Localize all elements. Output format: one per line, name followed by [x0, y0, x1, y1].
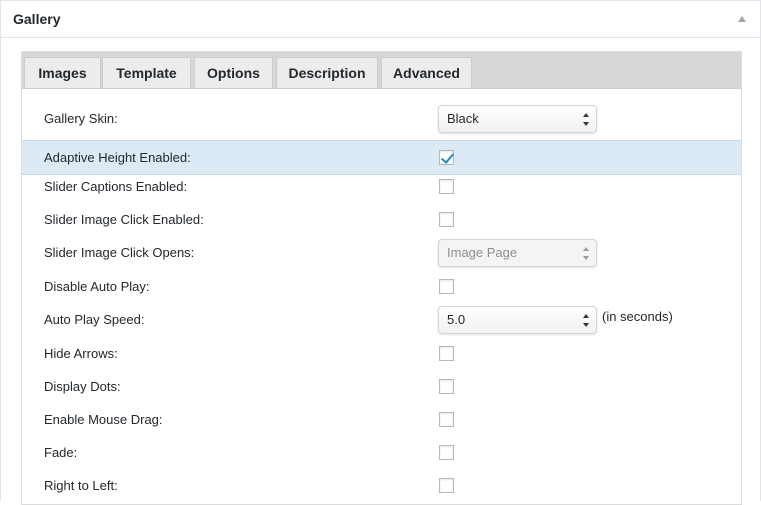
row-right-to-left: Right to Left: [22, 469, 741, 502]
slider-image-click-opens-select[interactable]: Image Page [438, 238, 597, 267]
slider-captions-label: Slider Captions Enabled: [44, 179, 188, 194]
row-disable-auto-play: Disable Auto Play: [22, 270, 741, 303]
auto-play-speed-select[interactable]: 5.0 [438, 305, 597, 334]
fade-label: Fade: [44, 445, 78, 460]
slider-image-click-opens-value: Image Page [447, 245, 518, 260]
right-to-left-checkbox[interactable] [439, 478, 454, 493]
row-display-dots: Display Dots: [22, 370, 741, 403]
tab-template[interactable]: Template [102, 57, 191, 88]
slider-image-click-opens-label: Slider Image Click Opens: [44, 245, 195, 260]
metabox-header[interactable]: Gallery [1, 1, 760, 38]
up-down-arrows-icon [583, 112, 590, 126]
slider-captions-checkbox[interactable] [439, 179, 454, 194]
auto-play-speed-label: Auto Play Speed: [44, 312, 145, 327]
hide-arrows-checkbox[interactable] [439, 346, 454, 361]
row-gallery-skin: Gallery Skin: Black [22, 102, 741, 135]
row-slider-captions: Slider Captions Enabled: [22, 170, 741, 203]
row-hide-arrows: Hide Arrows: [22, 337, 741, 370]
slider-image-click-checkbox[interactable] [439, 212, 454, 227]
checkmark-icon [440, 150, 455, 164]
disable-auto-play-label: Disable Auto Play: [44, 279, 150, 294]
collapse-toggle-icon[interactable] [738, 16, 746, 22]
tab-bar: Images Template Options Description Adva… [22, 52, 741, 89]
adaptive-height-checkbox[interactable] [439, 150, 455, 165]
gallery-skin-value: Black [447, 111, 479, 126]
tab-images[interactable]: Images [24, 57, 101, 88]
metabox-title: Gallery [13, 11, 61, 27]
display-dots-label: Display Dots: [44, 379, 121, 394]
auto-play-speed-value: 5.0 [447, 312, 466, 327]
row-auto-play-speed: Auto Play Speed: 5.0 (in seconds) [22, 303, 741, 336]
auto-play-speed-unit: (in seconds) [602, 309, 673, 324]
tab-advanced[interactable]: Advanced [381, 57, 472, 88]
gallery-skin-label: Gallery Skin: [44, 111, 118, 126]
tab-options[interactable]: Options [194, 57, 273, 88]
row-fade: Fade: [22, 436, 741, 469]
fade-checkbox[interactable] [439, 445, 454, 460]
right-to-left-label: Right to Left: [44, 478, 118, 493]
enable-mouse-drag-label: Enable Mouse Drag: [44, 412, 163, 427]
row-slider-image-click-opens: Slider Image Click Opens: Image Page [22, 236, 741, 269]
row-slider-image-click: Slider Image Click Enabled: [22, 203, 741, 236]
up-down-arrows-icon [583, 246, 590, 260]
hide-arrows-label: Hide Arrows: [44, 346, 118, 361]
slider-image-click-label: Slider Image Click Enabled: [44, 212, 204, 227]
gallery-metabox: Gallery Images Template Options Descript… [0, 0, 761, 505]
row-enable-mouse-drag: Enable Mouse Drag: [22, 403, 741, 436]
up-down-arrows-icon [583, 313, 590, 327]
tab-description[interactable]: Description [276, 57, 378, 88]
disable-auto-play-checkbox[interactable] [439, 279, 454, 294]
enable-mouse-drag-checkbox[interactable] [439, 412, 454, 427]
adaptive-height-label: Adaptive Height Enabled: [44, 150, 191, 165]
gallery-settings-panel: Images Template Options Description Adva… [21, 51, 742, 505]
display-dots-checkbox[interactable] [439, 379, 454, 394]
gallery-skin-select[interactable]: Black [438, 104, 597, 133]
